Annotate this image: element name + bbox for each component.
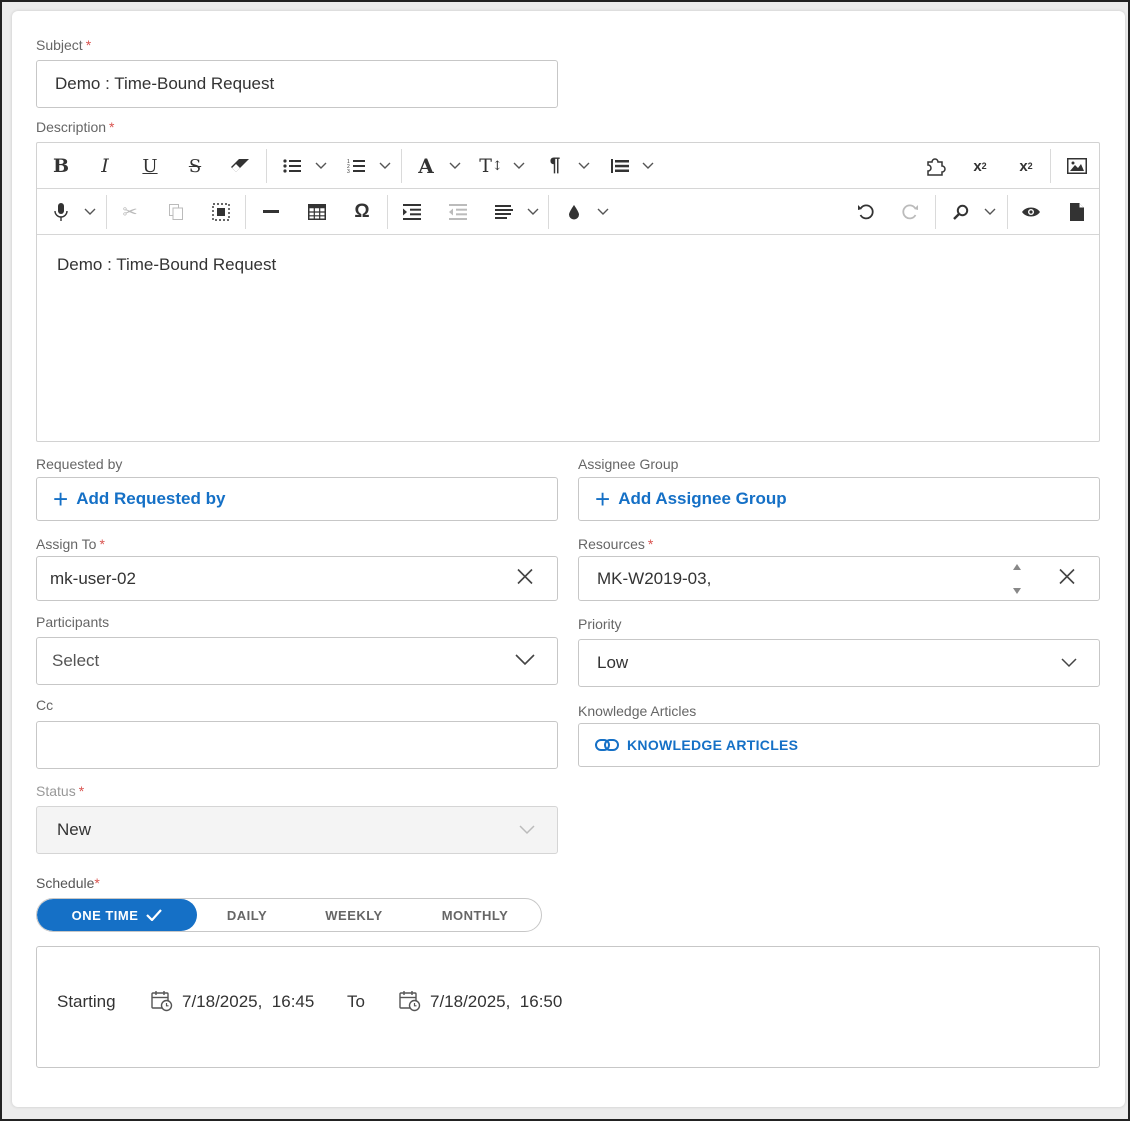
chevron-down-icon: [515, 651, 535, 671]
plus-icon: +: [595, 484, 611, 514]
schedule-panel: Starting 7/18/2025, 16:45 To 7/18/2025, …: [36, 946, 1100, 1068]
image-icon[interactable]: [1065, 143, 1089, 189]
schedule-option-daily[interactable]: DAILY: [215, 899, 279, 931]
end-datetime[interactable]: 7/18/2025, 16:50: [430, 992, 562, 1012]
color-drop-icon[interactable]: [565, 189, 583, 235]
bullet-list-icon[interactable]: [281, 143, 303, 189]
subject-value: Demo : Time-Bound Request: [55, 74, 275, 93]
paragraph-chevron-icon[interactable]: [578, 143, 590, 189]
status-value: New: [57, 820, 92, 839]
participants-label: Participants: [36, 614, 110, 630]
requested-by-label: Requested by: [36, 456, 123, 472]
description-label: Description *: [36, 119, 115, 135]
copy-icon[interactable]: [165, 189, 187, 235]
font-color-icon[interactable]: A: [415, 143, 437, 189]
knowledge-articles-button[interactable]: KNOWLEDGE ARTICLES: [578, 723, 1100, 767]
link-icon: [595, 738, 619, 752]
find-icon[interactable]: [950, 189, 972, 235]
align-icon[interactable]: [493, 189, 515, 235]
scroll-arrows-icon[interactable]: [1011, 561, 1023, 602]
start-datetime[interactable]: 7/18/2025, 16:45: [182, 992, 314, 1012]
align-chevron-icon[interactable]: [527, 189, 539, 235]
document-icon[interactable]: [1067, 189, 1087, 235]
bold-icon[interactable]: B: [49, 143, 73, 189]
to-label: To: [347, 992, 365, 1011]
schedule-option-monthly[interactable]: MONTHLY: [435, 899, 515, 931]
numbered-list-chevron-icon[interactable]: [379, 143, 391, 189]
cut-icon[interactable]: ✂: [119, 189, 141, 235]
microphone-chevron-icon[interactable]: [84, 189, 96, 235]
priority-value: Low: [597, 653, 629, 672]
resources-field[interactable]: MK-W2019-03,: [578, 556, 1100, 601]
participants-select[interactable]: Select: [36, 637, 558, 685]
select-all-icon[interactable]: [209, 189, 233, 235]
assign-to-label: Assign To *: [36, 536, 105, 552]
bullet-list-chevron-icon[interactable]: [315, 143, 327, 189]
plugin-icon[interactable]: [922, 143, 948, 189]
svg-text:3: 3: [347, 169, 350, 174]
starting-label: Starting: [57, 992, 116, 1011]
status-select: New: [36, 806, 558, 854]
editor-toolbar-row-1: B I U S 123 A T ↕ ¶ x2 x2: [37, 143, 1099, 189]
clear-icon[interactable]: [517, 568, 533, 589]
assignee-group-label: Assignee Group: [578, 456, 679, 472]
calendar-clock-icon[interactable]: [399, 990, 421, 1017]
color-drop-chevron-icon[interactable]: [597, 189, 609, 235]
chevron-down-icon: [519, 820, 535, 840]
priority-select[interactable]: Low: [578, 639, 1100, 687]
redo-icon[interactable]: [899, 189, 921, 235]
numbered-list-icon[interactable]: 123: [345, 143, 367, 189]
calendar-clock-icon[interactable]: [151, 990, 173, 1017]
paragraph-icon[interactable]: ¶: [545, 143, 565, 189]
special-char-icon[interactable]: Ω: [351, 189, 373, 235]
eraser-icon[interactable]: [227, 143, 253, 189]
schedule-label: Schedule*: [36, 875, 100, 891]
font-color-chevron-icon[interactable]: [449, 143, 461, 189]
superscript-icon[interactable]: x2: [969, 143, 991, 189]
table-icon[interactable]: [306, 189, 328, 235]
add-assignee-group-button[interactable]: + Add Assignee Group: [578, 477, 1100, 521]
undo-icon[interactable]: [855, 189, 877, 235]
priority-label: Priority: [578, 616, 622, 632]
resources-value: MK-W2019-03,: [597, 568, 712, 588]
check-icon: [146, 909, 163, 921]
assign-to-field[interactable]: mk-user-02: [36, 556, 558, 601]
schedule-option-one-time[interactable]: ONE TIME: [37, 899, 197, 931]
resources-label: Resources *: [578, 536, 654, 552]
microphone-icon[interactable]: [51, 189, 71, 235]
italic-icon[interactable]: I: [93, 143, 117, 189]
indent-icon[interactable]: [401, 189, 423, 235]
plus-icon: +: [53, 484, 69, 514]
find-chevron-icon[interactable]: [984, 189, 996, 235]
clear-icon[interactable]: [1059, 568, 1075, 589]
editor-content[interactable]: Demo : Time-Bound Request: [57, 255, 276, 275]
line-height-chevron-icon[interactable]: [642, 143, 654, 189]
schedule-option-weekly[interactable]: WEEKLY: [317, 899, 391, 931]
line-height-icon[interactable]: [609, 143, 631, 189]
font-size-chevron-icon[interactable]: [513, 143, 525, 189]
add-requested-by-button[interactable]: + Add Requested by: [36, 477, 558, 521]
rich-text-editor: B I U S 123 A T ↕ ¶ x2 x2 ✂ Ω Demo: Tim…: [36, 142, 1100, 442]
chevron-down-icon: [1061, 653, 1077, 673]
horizontal-rule-icon[interactable]: [261, 189, 281, 235]
status-label: Status *: [36, 783, 85, 799]
subject-label: Subject *: [36, 37, 92, 53]
preview-icon[interactable]: [1019, 189, 1043, 235]
assign-to-value: mk-user-02: [50, 568, 136, 588]
strikethrough-icon[interactable]: S: [183, 143, 207, 189]
cc-label: Cc: [36, 697, 54, 713]
cc-input[interactable]: [36, 721, 558, 769]
font-size-icon[interactable]: T ↕: [479, 143, 503, 189]
subscript-icon[interactable]: x2: [1015, 143, 1037, 189]
schedule-segmented-control: ONE TIME DAILY WEEKLY MONTHLY: [36, 898, 542, 932]
subject-input[interactable]: Demo : Time-Bound Request: [36, 60, 558, 108]
participants-placeholder: Select: [52, 651, 100, 670]
underline-icon[interactable]: U: [137, 143, 163, 189]
knowledge-articles-label: Knowledge Articles: [578, 703, 697, 719]
outdent-icon[interactable]: [447, 189, 469, 235]
editor-toolbar-row-2: ✂ Ω: [37, 189, 1099, 235]
